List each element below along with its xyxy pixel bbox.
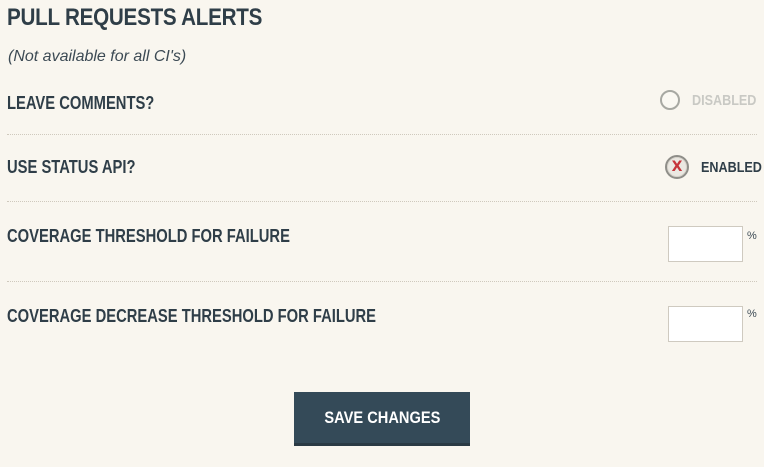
leave-comments-label: LEAVE COMMENTS? — [7, 93, 155, 113]
coverage-threshold-label: COVERAGE THRESHOLD FOR FAILURE — [7, 226, 290, 246]
use-status-api-toggle[interactable]: X ENABLED — [665, 155, 764, 179]
leave-comments-toggle[interactable]: DISABLED — [660, 90, 764, 110]
save-changes-label: SAVE CHANGES — [324, 407, 440, 427]
coverage-decrease-threshold-input[interactable] — [668, 306, 743, 342]
x-mark-icon: X — [671, 159, 683, 175]
divider — [7, 201, 757, 202]
use-status-api-row: USE STATUS API? X ENABLED — [7, 152, 762, 186]
coverage-decrease-threshold-unit: % — [747, 308, 757, 320]
use-status-api-state: ENABLED — [701, 158, 762, 176]
save-changes-button[interactable]: SAVE CHANGES — [294, 392, 470, 446]
use-status-api-label: USE STATUS API? — [7, 157, 136, 177]
coverage-threshold-input[interactable] — [668, 226, 743, 262]
leave-comments-state: DISABLED — [692, 91, 757, 109]
coverage-decrease-threshold-row: COVERAGE DECREASE THRESHOLD FOR FAILURE … — [7, 302, 757, 346]
section-title: PULL REQUESTS ALERTS — [7, 4, 263, 31]
pull-requests-alerts-panel: PULL REQUESTS ALERTS (Not available for … — [0, 0, 764, 467]
radio-empty-icon[interactable] — [660, 90, 680, 110]
radio-x-icon[interactable]: X — [665, 155, 689, 179]
divider — [7, 134, 757, 135]
leave-comments-row: LEAVE COMMENTS? DISABLED — [7, 88, 757, 122]
coverage-threshold-row: COVERAGE THRESHOLD FOR FAILURE % — [7, 222, 757, 266]
divider — [7, 281, 757, 282]
section-subtitle: (Not available for all CI's) — [8, 48, 187, 65]
coverage-decrease-threshold-label: COVERAGE DECREASE THRESHOLD FOR FAILURE — [7, 306, 377, 326]
coverage-threshold-unit: % — [747, 230, 757, 242]
